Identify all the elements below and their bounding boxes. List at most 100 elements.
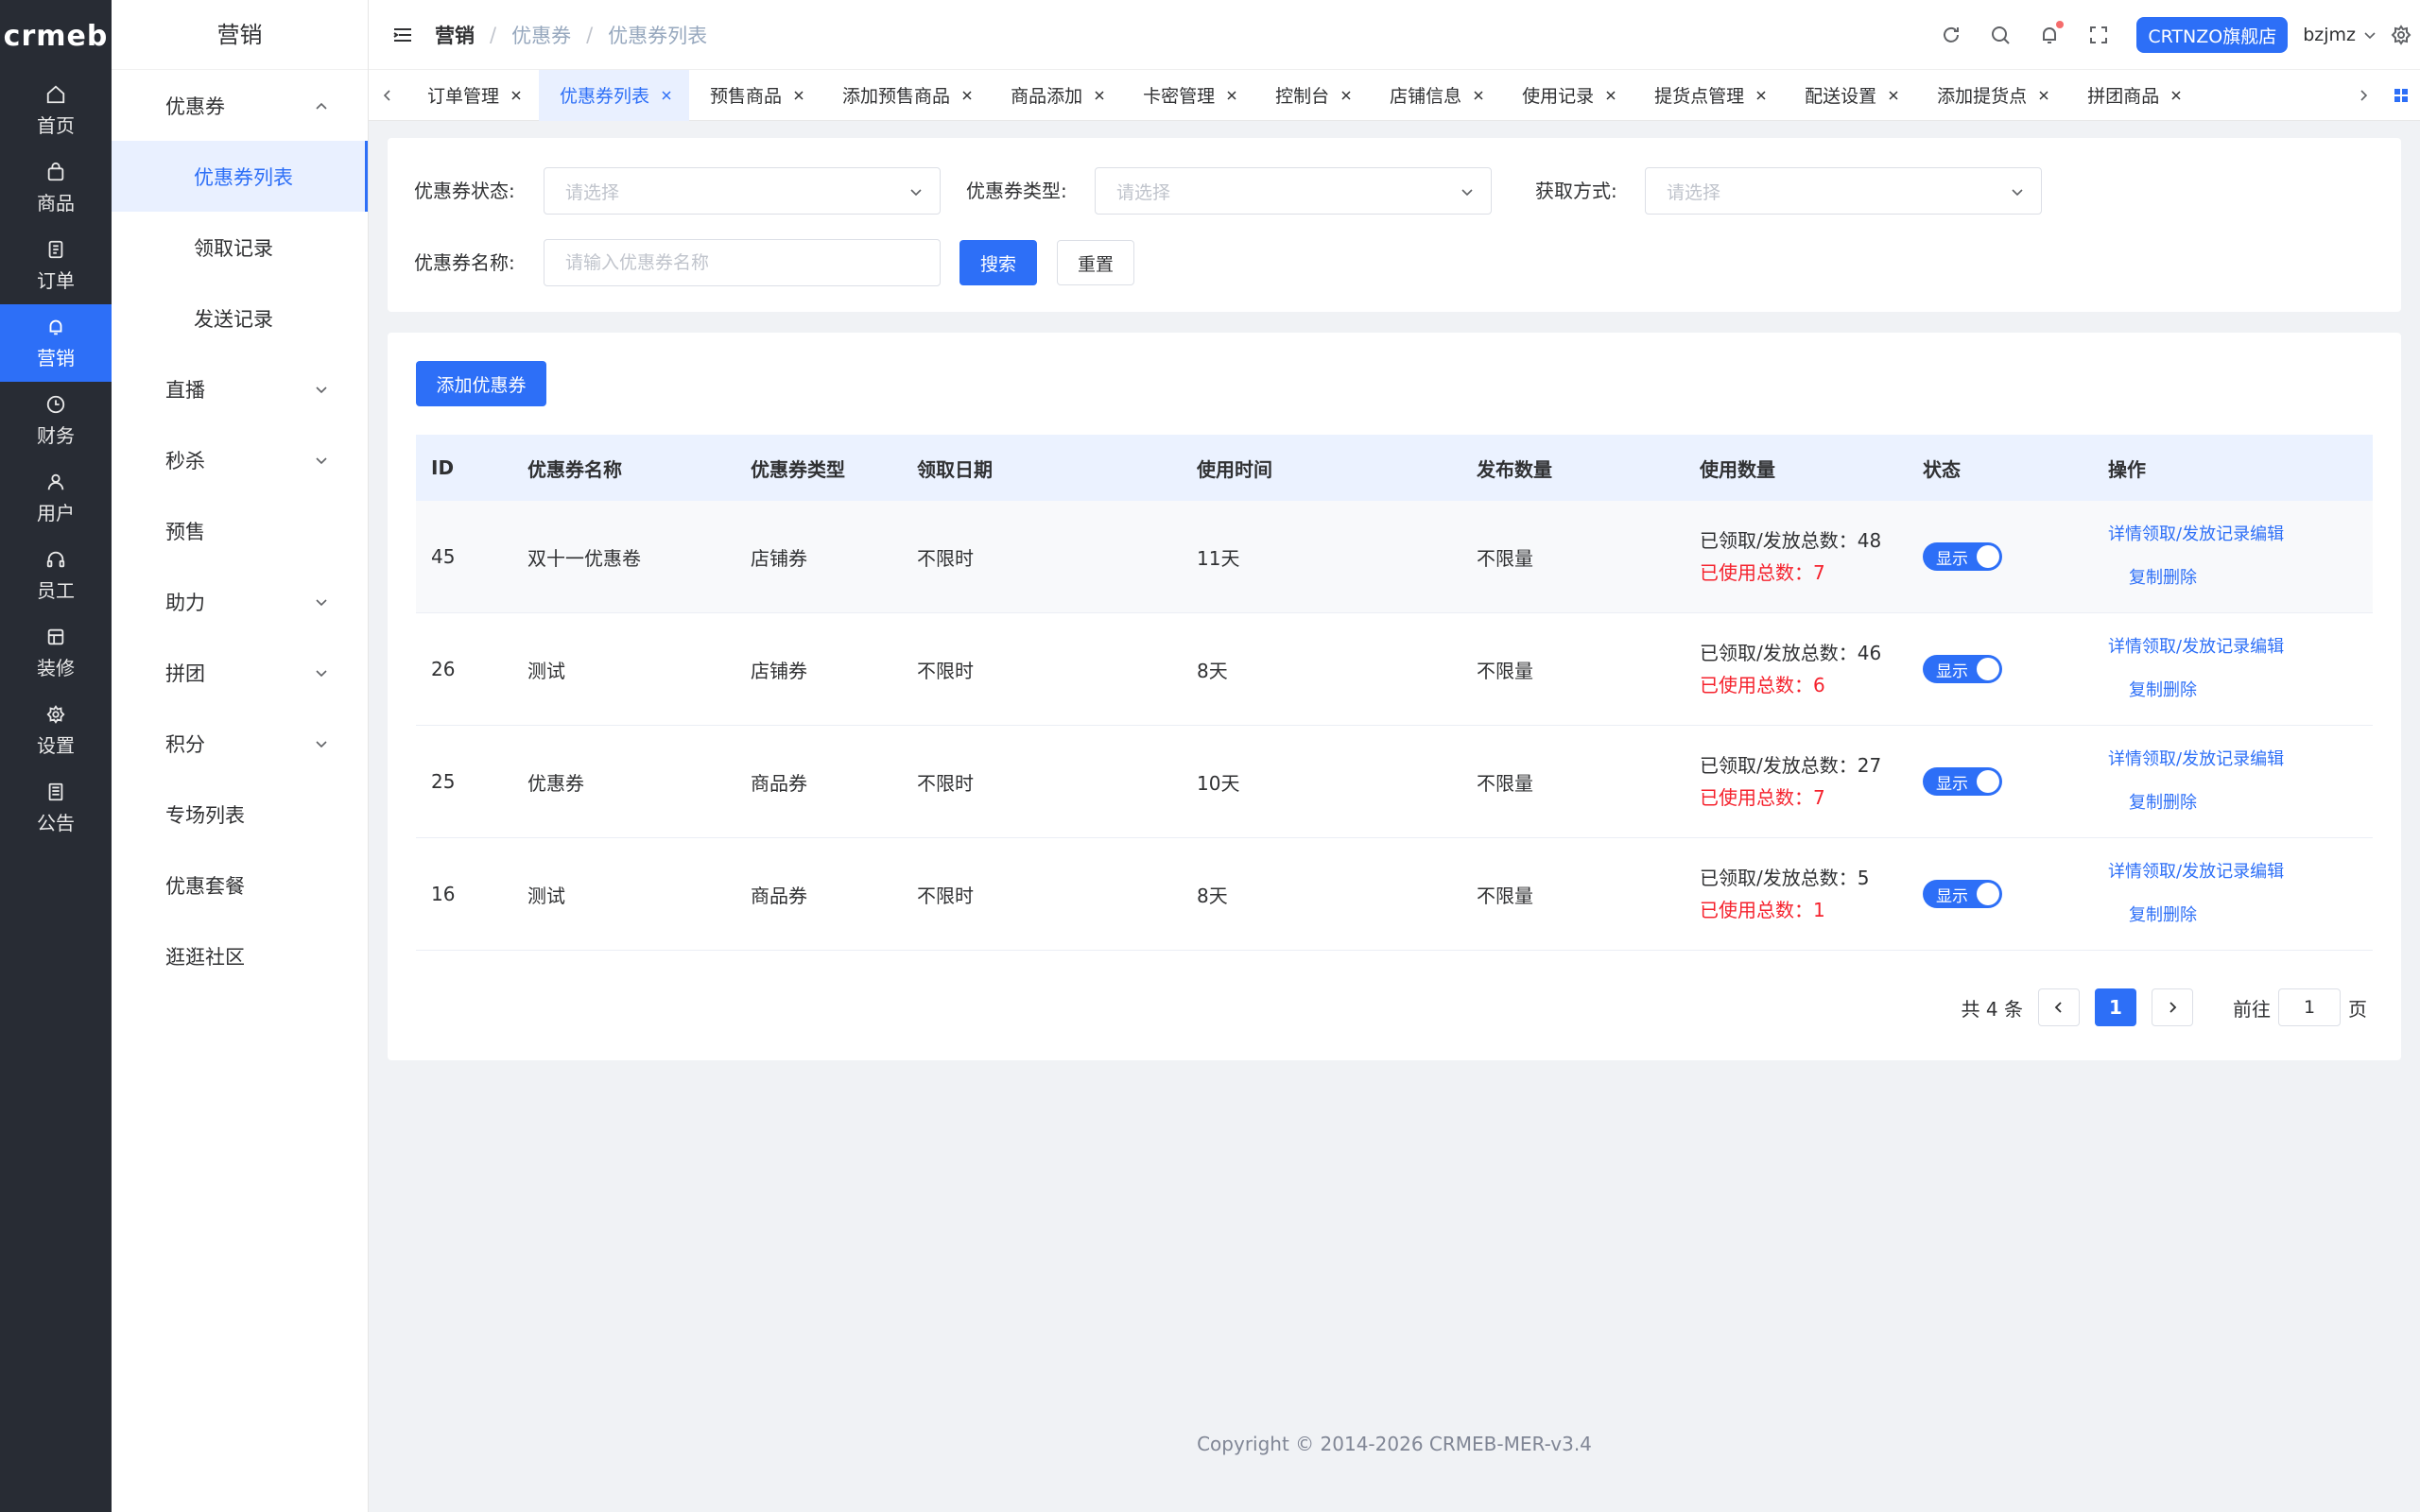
search-button[interactable]: 搜索	[959, 240, 1037, 285]
menu-coupon-list[interactable]: 优惠券列表	[112, 141, 368, 212]
tab-item[interactable]: 店铺信息	[1369, 70, 1501, 121]
menu-toggle-icon[interactable]	[391, 24, 414, 46]
prev-page-button[interactable]	[2038, 988, 2080, 1026]
tab-item[interactable]: 预售商品	[689, 70, 821, 121]
settings-icon[interactable]	[2390, 24, 2412, 46]
refresh-icon[interactable]	[1940, 24, 1962, 46]
close-icon[interactable]	[1473, 90, 1484, 101]
detail-link[interactable]: 详情	[2108, 850, 2142, 894]
reset-button[interactable]: 重置	[1057, 240, 1134, 285]
delete-link[interactable]: 删除	[2163, 894, 2197, 937]
detail-link[interactable]: 详情	[2108, 513, 2142, 557]
logo[interactable]: crmeb	[0, 0, 112, 72]
tab-item[interactable]: 使用记录	[1501, 70, 1634, 121]
close-icon[interactable]	[1226, 90, 1237, 101]
next-page-button[interactable]	[2152, 988, 2193, 1026]
method-select[interactable]: 请选择	[1645, 167, 2042, 215]
records-link[interactable]: 领取/发放记录	[2142, 738, 2250, 782]
tabs-scroll-left[interactable]	[369, 70, 406, 121]
detail-link[interactable]: 详情	[2108, 626, 2142, 669]
menu-assist[interactable]: 助力	[112, 566, 368, 637]
edit-link[interactable]: 编辑	[2250, 513, 2284, 557]
menu-presale[interactable]: 预售	[112, 495, 368, 566]
detail-link[interactable]: 详情	[2108, 738, 2142, 782]
nav-home[interactable]: 首页	[0, 72, 112, 149]
close-icon[interactable]	[1094, 90, 1105, 101]
copy-link[interactable]: 复制	[2129, 557, 2163, 600]
tab-item[interactable]: 卡密管理	[1122, 70, 1254, 121]
nav-products[interactable]: 商品	[0, 149, 112, 227]
breadcrumb-item[interactable]: 优惠券	[511, 21, 571, 49]
menu-package[interactable]: 优惠套餐	[112, 850, 368, 920]
close-icon[interactable]	[793, 90, 804, 101]
goto-page-input[interactable]	[2278, 988, 2341, 1026]
store-button[interactable]: CRTNZO旗舰店	[2136, 17, 2289, 53]
delete-link[interactable]: 删除	[2163, 557, 2197, 600]
records-link[interactable]: 领取/发放记录	[2142, 513, 2250, 557]
copy-link[interactable]: 复制	[2129, 669, 2163, 713]
close-icon[interactable]	[2038, 90, 2049, 101]
page-number[interactable]: 1	[2095, 988, 2136, 1026]
tab-item[interactable]: 商品添加	[990, 70, 1122, 121]
close-icon[interactable]	[661, 90, 672, 101]
nav-marketing[interactable]: 营销	[0, 304, 112, 382]
delete-link[interactable]: 删除	[2163, 782, 2197, 825]
breadcrumb-item[interactable]: 营销	[435, 21, 475, 49]
nav-settings[interactable]: 设置	[0, 692, 112, 769]
tabs-scroll-right[interactable]	[2344, 70, 2382, 121]
delete-link[interactable]: 删除	[2163, 669, 2197, 713]
fullscreen-icon[interactable]	[2087, 24, 2110, 46]
menu-community[interactable]: 逛逛社区	[112, 920, 368, 991]
menu-group[interactable]: 拼团	[112, 637, 368, 708]
close-icon[interactable]	[1755, 90, 1767, 101]
tab-item[interactable]: 控制台	[1254, 70, 1369, 121]
user-menu[interactable]: bzjmz	[2303, 25, 2377, 45]
status-select[interactable]: 请选择	[544, 167, 941, 215]
tab-item[interactable]: 配送设置	[1784, 70, 1916, 121]
edit-link[interactable]: 编辑	[2250, 850, 2284, 894]
close-icon[interactable]	[2170, 90, 2182, 101]
records-link[interactable]: 领取/发放记录	[2142, 626, 2250, 669]
edit-link[interactable]: 编辑	[2250, 626, 2284, 669]
nav-finance[interactable]: 财务	[0, 382, 112, 459]
method-label: 获取方式:	[1535, 180, 1617, 202]
nav-orders[interactable]: 订单	[0, 227, 112, 304]
nav-users[interactable]: 用户	[0, 459, 112, 537]
nav-decoration[interactable]: 装修	[0, 614, 112, 692]
type-select[interactable]: 请选择	[1095, 167, 1492, 215]
copy-link[interactable]: 复制	[2129, 782, 2163, 825]
status-switch[interactable]: 显示	[1923, 655, 2002, 683]
status-switch[interactable]: 显示	[1923, 767, 2002, 796]
menu-points[interactable]: 积分	[112, 708, 368, 779]
nav-notice[interactable]: 公告	[0, 769, 112, 847]
edit-link[interactable]: 编辑	[2250, 738, 2284, 782]
menu-send-records[interactable]: 发送记录	[112, 283, 368, 353]
tabs-menu-button[interactable]	[2382, 70, 2420, 121]
close-icon[interactable]	[1888, 90, 1899, 101]
tab-item[interactable]: 添加提货点	[1916, 70, 2066, 121]
tab-item[interactable]: 添加预售商品	[821, 70, 990, 121]
coupon-name-input[interactable]	[544, 239, 941, 286]
menu-seckill[interactable]: 秒杀	[112, 424, 368, 495]
close-icon[interactable]	[510, 90, 522, 101]
notification-button[interactable]	[2038, 21, 2065, 46]
copy-link[interactable]: 复制	[2129, 894, 2163, 937]
records-link[interactable]: 领取/发放记录	[2142, 850, 2250, 894]
add-coupon-button[interactable]: 添加优惠券	[416, 361, 546, 406]
menu-coupon[interactable]: 优惠券	[112, 70, 368, 141]
tab-item[interactable]: 拼团商品	[2066, 70, 2199, 121]
status-switch[interactable]: 显示	[1923, 542, 2002, 571]
close-icon[interactable]	[1340, 90, 1352, 101]
status-switch[interactable]: 显示	[1923, 880, 2002, 908]
tab-item[interactable]: 优惠券列表	[539, 69, 690, 121]
close-icon[interactable]	[961, 90, 973, 101]
close-icon[interactable]	[1605, 90, 1616, 101]
document-icon	[48, 240, 63, 258]
menu-live[interactable]: 直播	[112, 353, 368, 424]
tab-item[interactable]: 提货点管理	[1634, 70, 1784, 121]
menu-special[interactable]: 专场列表	[112, 779, 368, 850]
nav-staff[interactable]: 员工	[0, 537, 112, 614]
menu-receive-records[interactable]: 领取记录	[112, 212, 368, 283]
tab-item[interactable]: 订单管理	[406, 70, 539, 121]
search-icon[interactable]	[1989, 24, 2012, 46]
